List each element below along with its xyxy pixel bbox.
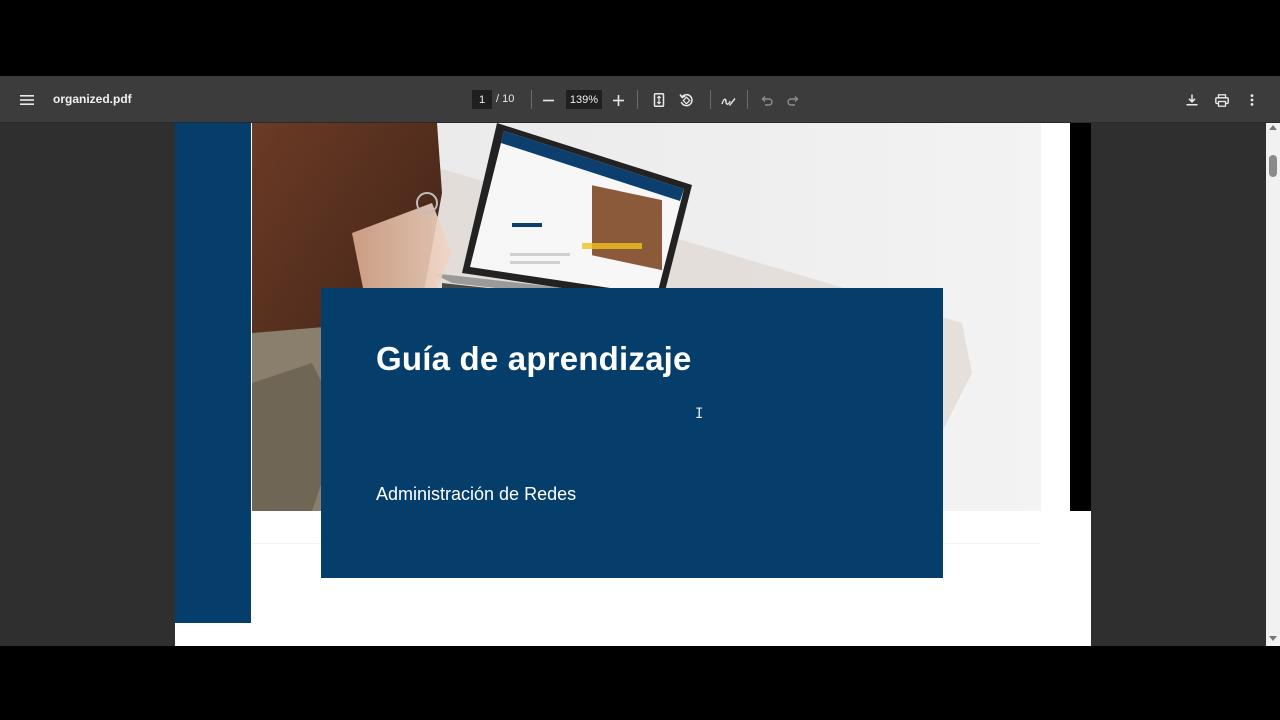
redo-icon	[786, 95, 798, 106]
scroll-up-arrow[interactable]	[1269, 125, 1277, 130]
page-accent-bar	[175, 123, 251, 623]
vertical-scrollbar[interactable]	[1266, 123, 1280, 646]
menu-button[interactable]	[14, 87, 40, 113]
print-button[interactable]	[1209, 87, 1235, 113]
zoom-input[interactable]	[566, 90, 602, 109]
letterbox-bottom	[0, 646, 1280, 720]
more-options-button[interactable]	[1239, 87, 1265, 113]
pen-icon	[720, 97, 735, 106]
more-vert-icon	[1250, 94, 1254, 106]
pdf-viewer[interactable]: Guía de aprendizaje I Administración de …	[0, 123, 1280, 646]
page-number-input[interactable]	[472, 90, 492, 109]
course-subtitle: Administración de Redes	[376, 484, 577, 504]
redo-button[interactable]	[780, 87, 806, 113]
pdf-toolbar: organized.pdf / 10	[0, 76, 1280, 123]
undo-icon	[761, 95, 773, 106]
fit-page-icon	[653, 93, 665, 107]
minus-icon	[542, 99, 554, 101]
toolbar-separator	[747, 90, 748, 109]
plus-icon	[612, 94, 624, 106]
page-right-strip	[1070, 123, 1091, 511]
zoom-out-button[interactable]	[535, 87, 561, 113]
document-title: organized.pdf	[53, 92, 132, 106]
menu-icon	[20, 95, 34, 105]
toolbar-separator	[710, 90, 711, 109]
page-total: / 10	[496, 93, 515, 105]
print-icon	[1215, 93, 1229, 107]
undo-button[interactable]	[753, 87, 779, 113]
text-cursor: I	[695, 406, 704, 422]
rotate-icon	[678, 93, 693, 106]
fit-page-button[interactable]	[646, 87, 672, 113]
download-button[interactable]	[1179, 87, 1205, 113]
pdf-page[interactable]: Guía de aprendizaje I Administración de …	[175, 123, 1091, 646]
toolbar-separator	[637, 90, 638, 109]
download-icon	[1186, 94, 1198, 106]
toolbar-separator	[531, 90, 532, 109]
guide-heading: Guía de aprendizaje	[376, 340, 692, 377]
letterbox-top	[0, 0, 1280, 76]
scroll-down-arrow[interactable]	[1269, 636, 1277, 641]
cover-title-box: Guía de aprendizaje I Administración de …	[321, 288, 943, 578]
scroll-thumb[interactable]	[1269, 155, 1277, 177]
rotate-button[interactable]	[673, 87, 699, 113]
annotate-button[interactable]	[715, 87, 741, 113]
zoom-in-button[interactable]	[605, 87, 631, 113]
